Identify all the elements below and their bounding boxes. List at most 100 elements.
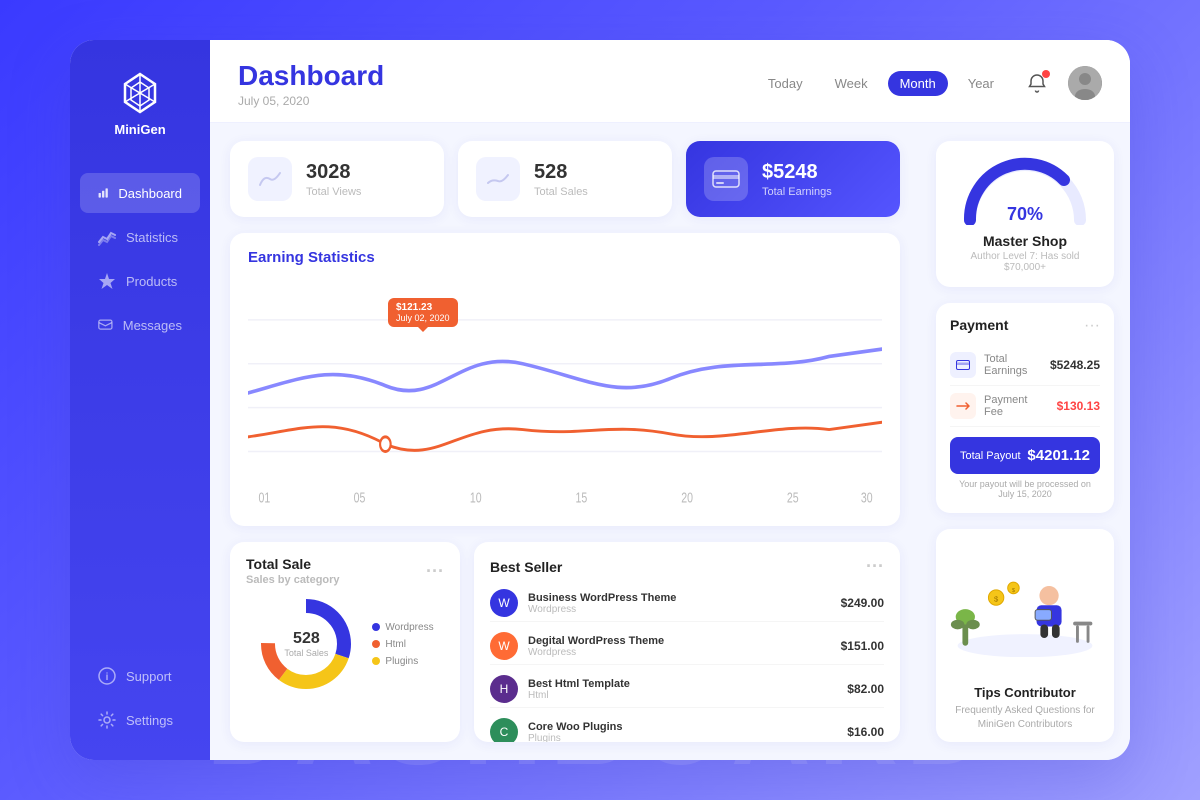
total-payout-button[interactable]: Total Payout $4201.12 xyxy=(950,437,1100,474)
page-date: July 05, 2020 xyxy=(238,94,384,108)
stat-sales-info: 528 Total Sales xyxy=(534,161,588,198)
sidebar-logo: MiniGen xyxy=(114,70,165,137)
svg-text:20: 20 xyxy=(681,489,693,506)
svg-text:05: 05 xyxy=(354,489,366,506)
content-area: Dashboard July 05, 2020 Today Week Month… xyxy=(210,40,1130,760)
sidebar-bottom: i Support Settings xyxy=(70,656,210,740)
total-sale-menu[interactable]: ··· xyxy=(426,561,444,582)
gauge-percent: 70% xyxy=(1007,204,1043,225)
sidebar-item-products[interactable]: Products xyxy=(80,261,200,301)
sidebar-item-settings-label: Settings xyxy=(126,713,173,728)
seller-price-3: $16.00 xyxy=(847,725,884,739)
chart-area: $121.23 July 02, 2020 xyxy=(248,276,882,510)
seller-row-3: C Core Woo Plugins Plugins $16.00 xyxy=(490,714,884,742)
filter-month[interactable]: Month xyxy=(888,71,948,96)
views-icon-wrap xyxy=(248,157,292,201)
stat-views-info: 3028 Total Views xyxy=(306,161,361,198)
seller-name-2: Best Html Template xyxy=(528,678,837,690)
legend-html: Html xyxy=(372,639,433,650)
donut-total-num: 528 xyxy=(284,630,328,648)
payment-row-1: Payment Fee $130.13 xyxy=(950,386,1100,427)
best-seller-card: Best Seller ··· W Business WordPress The… xyxy=(474,542,900,742)
seller-info-0: Business WordPress Theme Wordpress xyxy=(528,592,831,615)
card-small-icon xyxy=(956,360,970,370)
chart-title: Earning Statistics xyxy=(248,249,882,266)
sidebar-item-support[interactable]: i Support xyxy=(80,656,200,696)
info-icon: i xyxy=(98,667,116,685)
chart-card: Earning Statistics $121.23 July 02, 2020 xyxy=(230,233,900,526)
notification-dot xyxy=(1042,70,1050,78)
payment-row-0: Total Earnings $5248.25 xyxy=(950,345,1100,386)
sidebar-item-statistics-label: Statistics xyxy=(126,230,178,245)
seller-list: W Business WordPress Theme Wordpress $24… xyxy=(490,585,884,742)
seller-row-1: W Degital WordPress Theme Wordpress $151… xyxy=(490,628,884,665)
payout-amount: $4201.12 xyxy=(1027,447,1090,464)
sidebar-item-settings[interactable]: Settings xyxy=(80,700,200,740)
tooltip-value: $121.23 xyxy=(396,302,450,313)
seller-price-0: $249.00 xyxy=(841,596,884,610)
page-title: Dashboard xyxy=(238,60,384,92)
right-panel: 70% Master Shop Author Level 7: Has sold… xyxy=(920,123,1130,760)
best-seller-menu[interactable]: ··· xyxy=(866,556,884,577)
seller-cat-2: Html xyxy=(528,690,837,701)
stat-sales-label: Total Sales xyxy=(534,186,588,198)
views-chart-icon xyxy=(256,165,284,193)
stat-earnings-info: $5248 Total Earnings xyxy=(762,161,832,198)
payment-card: Payment ··· Total Earnings $5248.25 xyxy=(936,303,1114,513)
filter-today[interactable]: Today xyxy=(756,71,815,96)
gauge-card: 70% Master Shop Author Level 7: Has sold… xyxy=(936,141,1114,287)
svg-text:25: 25 xyxy=(787,489,799,506)
seller-cat-3: Plugins xyxy=(528,733,837,743)
time-filter: Today Week Month Year xyxy=(756,71,1006,96)
stat-earnings-value: $5248 xyxy=(762,161,832,184)
stats-row: 3028 Total Views 528 Total Sales xyxy=(230,141,900,217)
logo-icon xyxy=(117,70,163,116)
seller-row-0: W Business WordPress Theme Wordpress $24… xyxy=(490,585,884,622)
payment-heading: Payment xyxy=(950,317,1008,335)
sales-icon-wrap xyxy=(476,157,520,201)
sidebar: MiniGen Dashboard Statistics xyxy=(70,40,210,760)
seller-icon-2: H xyxy=(490,675,518,703)
seller-price-1: $151.00 xyxy=(841,639,884,653)
legend-label-wordpress: Wordpress xyxy=(385,622,433,633)
svg-text:$: $ xyxy=(994,594,999,603)
donut-label: 528 Total Sales xyxy=(284,630,328,658)
total-sale-title: Total Sale Sales by category ··· xyxy=(246,556,444,586)
sidebar-item-statistics[interactable]: Statistics xyxy=(80,217,200,257)
payment-label-0: Total Earnings xyxy=(984,353,1042,377)
seller-name-3: Core Woo Plugins xyxy=(528,721,837,733)
donut-wrap: 528 Total Sales Wordpress xyxy=(246,594,444,694)
header-left: Dashboard July 05, 2020 xyxy=(238,60,384,108)
tooltip-date: July 02, 2020 xyxy=(396,313,450,323)
seller-price-2: $82.00 xyxy=(847,682,884,696)
donut-total-label: Total Sales xyxy=(284,648,328,658)
seller-cat-1: Wordpress xyxy=(528,647,831,658)
filter-week[interactable]: Week xyxy=(823,71,880,96)
tips-svg: $ $ xyxy=(948,567,1102,657)
stat-card-sales: 528 Total Sales xyxy=(458,141,672,217)
payment-amount-1: $130.13 xyxy=(1057,399,1100,413)
payment-menu[interactable]: ··· xyxy=(1084,317,1100,335)
stat-views-value: 3028 xyxy=(306,161,361,184)
stat-sales-value: 528 xyxy=(534,161,588,184)
seller-cat-0: Wordpress xyxy=(528,604,831,615)
notifications-button[interactable] xyxy=(1020,66,1054,100)
svg-text:30: 30 xyxy=(861,489,873,506)
legend-plugins: Plugins xyxy=(372,656,433,667)
sidebar-nav: Dashboard Statistics Products xyxy=(70,173,210,656)
user-avatar[interactable] xyxy=(1068,66,1102,100)
legend-wordpress: Wordpress xyxy=(372,622,433,633)
sidebar-item-messages[interactable]: Messages xyxy=(80,305,200,345)
chart-icon xyxy=(98,184,108,202)
main-container: MiniGen Dashboard Statistics xyxy=(70,40,1130,760)
tips-card: $ $ xyxy=(936,529,1114,742)
legend-dot-html xyxy=(372,640,380,648)
payment-icon-fee xyxy=(950,393,976,419)
filter-year[interactable]: Year xyxy=(956,71,1006,96)
svg-text:10: 10 xyxy=(470,489,482,506)
stat-views-label: Total Views xyxy=(306,186,361,198)
stat-earnings-label: Total Earnings xyxy=(762,186,832,198)
payout-label: Total Payout xyxy=(960,450,1021,462)
legend-label-html: Html xyxy=(385,639,406,650)
sidebar-item-dashboard[interactable]: Dashboard xyxy=(80,173,200,213)
